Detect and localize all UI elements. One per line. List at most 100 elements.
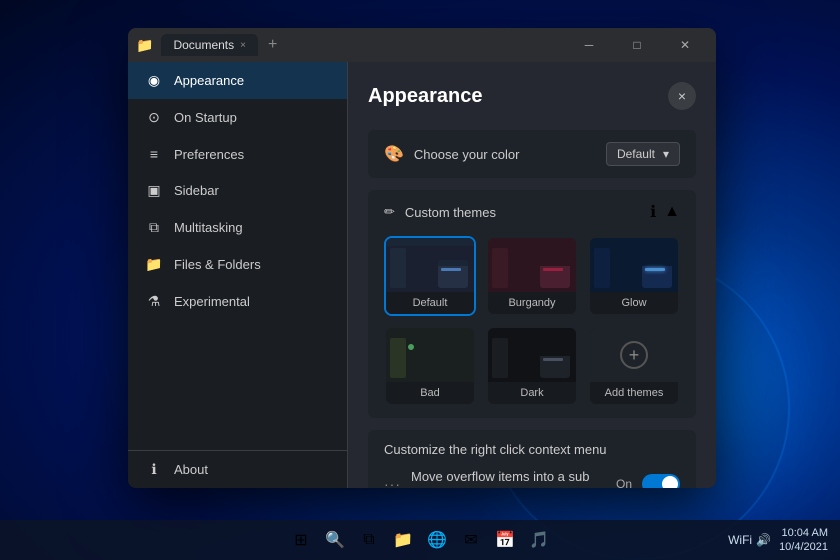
close-button[interactable]: ✕ bbox=[662, 31, 708, 59]
theme-label-default: Default bbox=[386, 292, 474, 314]
settings-item-label: Multitasking bbox=[174, 220, 243, 235]
color-value: Default bbox=[617, 147, 655, 161]
context-section: Customize the right click context menu ·… bbox=[368, 430, 696, 488]
appearance-icon: ◉ bbox=[144, 72, 164, 89]
themes-header: ✏ Custom themes ℹ ▲ bbox=[384, 202, 680, 222]
theme-preview-add: + bbox=[590, 328, 678, 382]
theme-label-glow: Glow bbox=[590, 292, 678, 314]
taskbar-right: WiFi 🔊 10:04 AM 10/4/2021 bbox=[728, 526, 828, 555]
taskbar: ⊞ 🔍 ⧉ 📁 🌐 ✉ 📅 🎵 WiFi 🔊 10:04 AM 10/4/202… bbox=[0, 520, 840, 560]
themes-title-row: ✏ Custom themes bbox=[384, 204, 496, 220]
onstartup-icon: ⊙ bbox=[144, 109, 164, 126]
settings-item-label: Appearance bbox=[174, 73, 244, 88]
taskbar-music-icon[interactable]: 🎵 bbox=[525, 526, 553, 554]
themes-section: ✏ Custom themes ℹ ▲ bbox=[368, 190, 696, 418]
taskbar-mail-icon[interactable]: ✉ bbox=[457, 526, 485, 554]
add-themes-icon: + bbox=[620, 341, 648, 369]
time-display: 10:04 AM bbox=[779, 526, 828, 540]
settings-item-sidebar[interactable]: ▣ Sidebar bbox=[128, 172, 347, 209]
taskbar-explorer-icon[interactable]: 📁 bbox=[389, 526, 417, 554]
settings-panel: ◉ Appearance ⊙ On Startup ≡ Preferences … bbox=[128, 62, 348, 488]
settings-item-preferences[interactable]: ≡ Preferences bbox=[128, 136, 347, 172]
theme-preview-default bbox=[386, 238, 474, 292]
about-icon: ℹ bbox=[144, 461, 164, 478]
theme-label-bad: Bad bbox=[386, 382, 474, 404]
context-row-label: Move overflow items into a sub menu bbox=[411, 469, 606, 488]
title-bar-tabs: Documents × + bbox=[161, 34, 558, 56]
themes-icon: ✏ bbox=[384, 204, 395, 220]
settings-item-appearance[interactable]: ◉ Appearance bbox=[128, 62, 347, 99]
dialog-title: Appearance bbox=[368, 85, 483, 108]
theme-card-add[interactable]: + Add themes bbox=[588, 326, 680, 406]
dialog-close-button[interactable]: × bbox=[668, 82, 696, 110]
tab-close-icon[interactable]: × bbox=[240, 40, 246, 51]
color-label: 🎨 Choose your color bbox=[384, 144, 519, 164]
themes-grid: Default Burgandy bbox=[384, 236, 680, 406]
theme-card-default[interactable]: Default bbox=[384, 236, 476, 316]
settings-item-label: Preferences bbox=[174, 147, 244, 162]
settings-item-label: On Startup bbox=[174, 110, 237, 125]
collapse-icon[interactable]: ▲ bbox=[664, 203, 680, 221]
dialog-header: Appearance × bbox=[368, 82, 696, 110]
toggle-knob bbox=[662, 476, 678, 488]
multitasking-icon: ⧉ bbox=[144, 219, 164, 236]
theme-card-glow[interactable]: Glow bbox=[588, 236, 680, 316]
theme-preview-dark bbox=[488, 328, 576, 382]
settings-item-label: Experimental bbox=[174, 294, 250, 309]
taskbar-browser-icon[interactable]: 🌐 bbox=[423, 526, 451, 554]
theme-card-bad[interactable]: Bad bbox=[384, 326, 476, 406]
files-folders-icon: 📁 bbox=[144, 256, 164, 273]
theme-label-burgandy: Burgandy bbox=[488, 292, 576, 314]
tab-label: Documents bbox=[173, 38, 234, 52]
about-label: About bbox=[174, 462, 208, 477]
settings-bottom: ℹ About bbox=[128, 450, 347, 488]
themes-actions: ℹ ▲ bbox=[650, 202, 680, 222]
theme-preview-glow bbox=[590, 238, 678, 292]
window-controls: ─ □ ✕ bbox=[566, 31, 708, 59]
theme-card-burgandy[interactable]: Burgandy bbox=[486, 236, 578, 316]
settings-item-about[interactable]: ℹ About bbox=[128, 451, 347, 488]
color-dropdown[interactable]: Default ▾ bbox=[606, 142, 680, 166]
maximize-button[interactable]: □ bbox=[614, 31, 660, 59]
taskbar-center: ⊞ 🔍 ⧉ 📁 🌐 ✉ 📅 🎵 bbox=[287, 526, 553, 554]
color-label-text: Choose your color bbox=[414, 147, 520, 162]
settings-item-label: Files & Folders bbox=[174, 257, 261, 272]
theme-label-dark: Dark bbox=[488, 382, 576, 404]
taskbar-calendar-icon[interactable]: 📅 bbox=[491, 526, 519, 554]
settings-item-label: Sidebar bbox=[174, 183, 219, 198]
settings-item-multitasking[interactable]: ⧉ Multitasking bbox=[128, 209, 347, 246]
theme-card-dark[interactable]: Dark bbox=[486, 326, 578, 406]
network-tray-icon[interactable]: WiFi bbox=[728, 533, 752, 547]
explorer-window: 📁 Documents × + ─ □ ✕ ← → ↑ ↺ Windows (C… bbox=[128, 28, 716, 488]
minimize-button[interactable]: ─ bbox=[566, 31, 612, 59]
settings-item-files-folders[interactable]: 📁 Files & Folders bbox=[128, 246, 347, 283]
explorer-window-icon: 📁 bbox=[136, 37, 153, 54]
overflow-toggle[interactable] bbox=[642, 474, 680, 488]
settings-item-onstartup[interactable]: ⊙ On Startup bbox=[128, 99, 347, 136]
toggle-on-label: On bbox=[616, 477, 632, 488]
taskview-button[interactable]: ⧉ bbox=[355, 526, 383, 554]
info-icon[interactable]: ℹ bbox=[650, 202, 656, 222]
new-tab-icon[interactable]: + bbox=[262, 36, 283, 54]
taskbar-search-button[interactable]: 🔍 bbox=[321, 526, 349, 554]
theme-preview-burgandy bbox=[488, 238, 576, 292]
title-bar: 📁 Documents × + ─ □ ✕ bbox=[128, 28, 716, 62]
clock[interactable]: 10:04 AM 10/4/2021 bbox=[779, 526, 828, 555]
color-section: 🎨 Choose your color Default ▾ bbox=[368, 130, 696, 178]
chevron-down-icon: ▾ bbox=[663, 147, 669, 161]
start-button[interactable]: ⊞ bbox=[287, 526, 315, 554]
context-row: ··· Move overflow items into a sub menu … bbox=[384, 469, 680, 488]
sidebar-icon: ▣ bbox=[144, 182, 164, 199]
volume-icon[interactable]: 🔊 bbox=[756, 533, 771, 547]
color-icon: 🎨 bbox=[384, 144, 404, 164]
preferences-icon: ≡ bbox=[144, 146, 164, 162]
themes-title-text: Custom themes bbox=[405, 205, 496, 220]
context-title: Customize the right click context menu bbox=[384, 442, 680, 457]
theme-preview-bad bbox=[386, 328, 474, 382]
settings-item-experimental[interactable]: ⚗ Experimental bbox=[128, 283, 347, 320]
experimental-icon: ⚗ bbox=[144, 293, 164, 310]
appearance-dialog: Appearance × 🎨 Choose your color Default… bbox=[348, 62, 716, 488]
overflow-icon: ··· bbox=[384, 476, 401, 488]
tab-documents[interactable]: Documents × bbox=[161, 34, 258, 56]
theme-label-add: Add themes bbox=[590, 382, 678, 404]
